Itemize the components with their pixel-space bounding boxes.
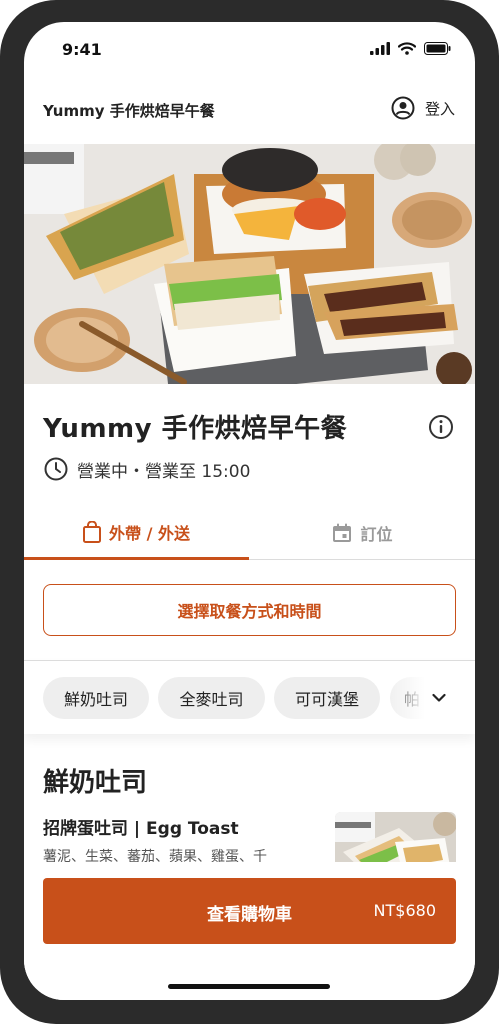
view-cart-button[interactable]: 查看購物車 NT$680: [43, 878, 456, 944]
choose-pickup-time-button[interactable]: 選擇取餐方式和時間: [43, 584, 456, 636]
battery-icon: [424, 42, 451, 55]
wifi-icon: [398, 42, 416, 55]
tab-label: 外帶 / 外送: [109, 523, 190, 543]
signal-icon: [370, 42, 390, 55]
user-icon: [391, 96, 415, 120]
status-bar: 9:41: [24, 22, 475, 78]
clock-icon: [44, 457, 68, 481]
info-icon: [429, 415, 453, 439]
status-icons: [370, 42, 451, 55]
category-label: 全麥吐司: [179, 690, 244, 709]
category-chip[interactable]: 可可漢堡: [274, 677, 380, 719]
store-info-button[interactable]: [428, 414, 454, 440]
food-photo: [24, 144, 475, 384]
app-title: Yummy 手作烘焙早午餐: [43, 102, 215, 120]
calendar-icon: [333, 523, 352, 542]
cart-bar: 查看購物車 NT$680: [24, 862, 475, 1000]
order-tabs: 外帶 / 外送 訂位: [24, 506, 475, 560]
category-chip[interactable]: 全麥吐司: [158, 677, 265, 719]
cart-total: NT$680: [373, 901, 436, 920]
category-expand-button[interactable]: [428, 683, 450, 713]
section-title: 鮮奶吐司: [43, 768, 148, 798]
store-hours: 營業中・營業至 15:00: [43, 456, 250, 482]
app-screen: 9:41 Yummy 手作烘焙早午餐 登入 Yummy 手作烘焙早午餐 營業中・…: [24, 22, 475, 1000]
hero-image: [24, 144, 475, 384]
tab-label: 訂位: [360, 525, 393, 544]
store-name: Yummy 手作烘焙早午餐: [43, 414, 348, 444]
chevron-down-icon: [432, 693, 446, 702]
menu-item-name: 招牌蛋吐司 | Egg Toast: [43, 819, 239, 839]
category-chip[interactable]: 鮮奶吐司: [43, 677, 149, 719]
status-time: 9:41: [62, 40, 102, 59]
phone-frame: 9:41 Yummy 手作烘焙早午餐 登入 Yummy 手作烘焙早午餐 營業中・…: [0, 0, 499, 1024]
app-header: Yummy 手作烘焙早午餐 登入: [24, 90, 475, 132]
login-label: 登入: [424, 99, 455, 118]
category-label: 可可漢堡: [294, 690, 359, 709]
tab-takeout-delivery[interactable]: 外帶 / 外送: [24, 506, 249, 560]
tab-reservation[interactable]: 訂位: [250, 506, 475, 560]
login-button[interactable]: 登入: [391, 96, 455, 120]
home-indicator: [168, 984, 330, 989]
shopping-bag-icon: [83, 520, 101, 543]
hours-text: 營業中・營業至 15:00: [77, 461, 251, 482]
category-label: 鮮奶吐司: [63, 690, 128, 709]
choose-pickup-label: 選擇取餐方式和時間: [177, 602, 322, 621]
category-bar: 鮮奶吐司 全麥吐司 可可漢堡 帕: [24, 660, 475, 734]
